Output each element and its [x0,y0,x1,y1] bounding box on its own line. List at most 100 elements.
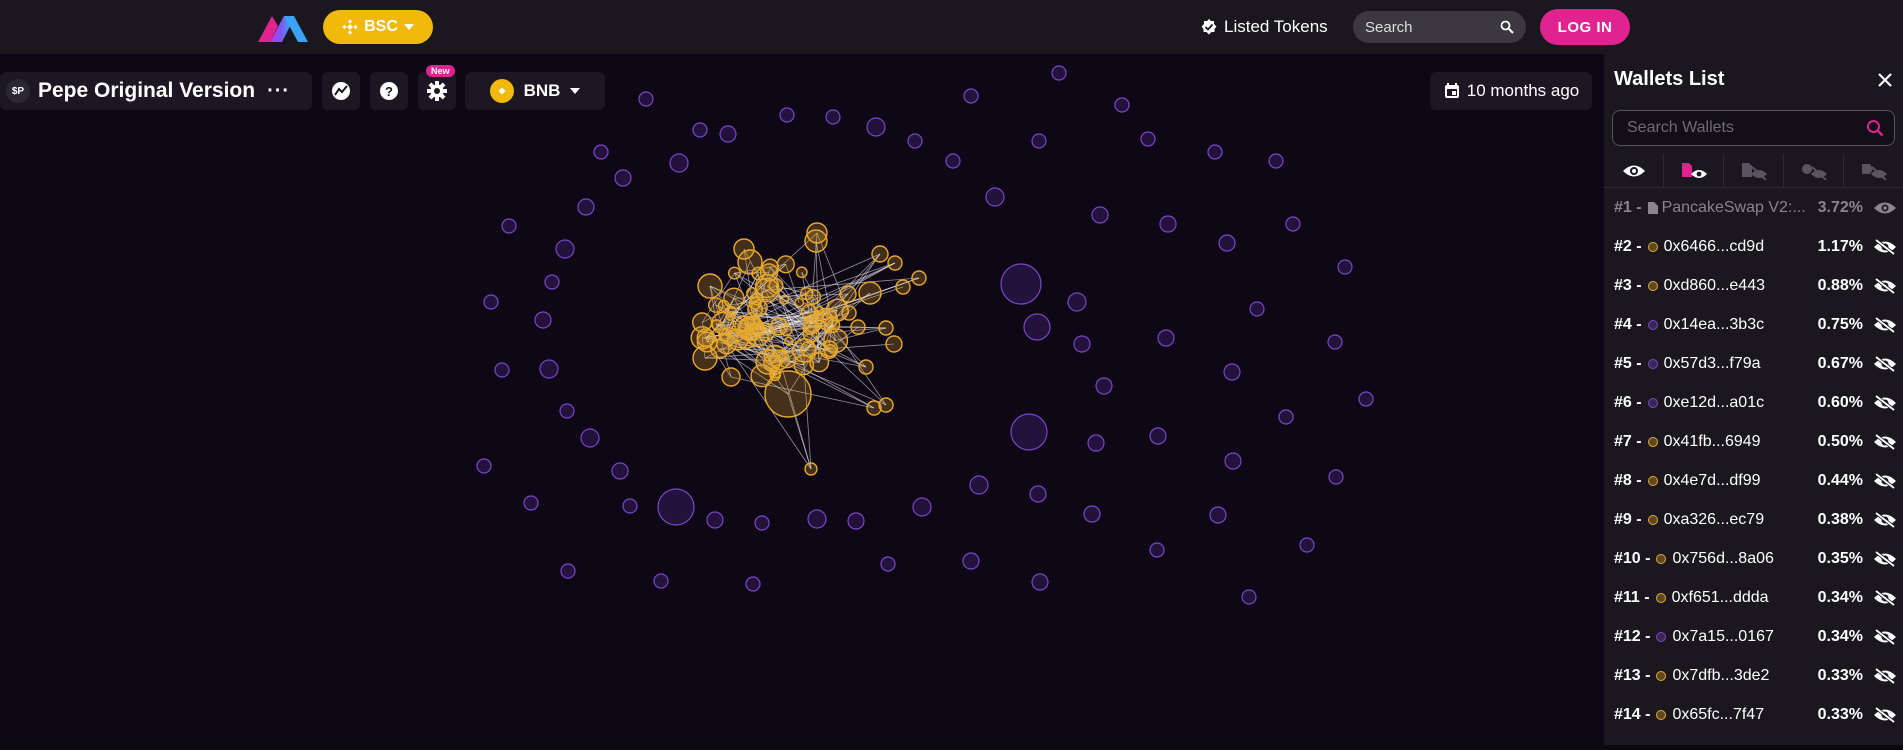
wallet-bubble[interactable] [524,496,538,510]
wallet-bubble[interactable] [658,489,694,525]
eye-off-icon[interactable] [1873,551,1897,567]
wallet-row[interactable]: #7 -0x41fb...69490.50% [1604,422,1903,461]
bubble-map-graph[interactable] [0,54,1604,745]
wallet-bubble[interactable] [963,553,979,569]
wallet-row[interactable]: #11 -0xf651...ddda0.34% [1604,578,1903,617]
filter-hide-exchanges[interactable] [1784,154,1844,187]
bubble-map-canvas[interactable] [0,54,1604,745]
wallet-bubble[interactable] [986,188,1004,206]
date-selector[interactable]: 10 months ago [1430,72,1592,110]
wallet-bubble[interactable] [970,476,988,494]
wallet-bubble[interactable] [535,312,551,328]
wallet-bubble[interactable] [824,345,836,357]
wallet-bubble[interactable] [639,92,653,106]
wallet-bubble[interactable] [698,274,722,298]
filter-hide-contracts[interactable] [1724,154,1784,187]
wallet-bubble[interactable] [1088,435,1104,451]
wallet-row[interactable]: #6 -0xe12d...a01c0.60% [1604,383,1903,422]
eye-off-icon[interactable] [1873,590,1897,606]
wallet-bubble[interactable] [826,110,840,124]
wallet-bubble[interactable] [561,564,575,578]
wallet-bubble[interactable] [581,429,599,447]
wallet-bubble[interactable] [615,170,631,186]
wallet-search-input[interactable]: Search Wallets [1612,110,1895,146]
eye-off-icon[interactable] [1873,356,1897,372]
eye-off-icon[interactable] [1873,317,1897,333]
eye-off-icon[interactable] [1873,512,1897,528]
wallet-bubble[interactable] [477,459,491,473]
filter-contracts[interactable] [1664,154,1724,187]
network-selector[interactable]: BNB [465,72,605,110]
wallet-bubble[interactable] [495,363,509,377]
eye-off-icon[interactable] [1873,473,1897,489]
wallet-bubble[interactable] [808,510,826,528]
wallet-bubble[interactable] [737,330,756,349]
wallet-bubble[interactable] [777,256,794,273]
wallet-bubble[interactable] [540,360,558,378]
wallet-bubble[interactable] [815,307,824,316]
wallet-bubble[interactable] [1242,590,1256,604]
search-input[interactable]: Search [1353,11,1526,43]
wallet-bubble[interactable] [1160,216,1176,232]
wallet-bubble[interactable] [851,320,865,334]
wallet-bubble[interactable] [795,298,803,306]
wallet-bubble[interactable] [872,246,888,262]
eye-off-icon[interactable] [1873,434,1897,450]
wallet-row[interactable]: #5 -0x57d3...f79a0.67% [1604,344,1903,383]
wallet-row[interactable]: #9 -0xa326...ec790.38% [1604,500,1903,539]
wallet-bubble[interactable] [859,282,881,304]
wallet-bubble[interactable] [859,360,873,374]
wallet-row[interactable]: #10 -0x756d...8a060.35% [1604,539,1903,578]
help-button[interactable]: ? [370,72,408,110]
wallet-bubble[interactable] [886,336,902,352]
wallet-bubble[interactable] [1158,330,1174,346]
wallet-bubble[interactable] [881,557,895,571]
wallet-bubble[interactable] [1068,293,1086,311]
wallet-bubble[interactable] [1224,364,1240,380]
wallet-bubble[interactable] [762,259,778,275]
wallet-bubble[interactable] [1024,314,1050,340]
wallet-bubble[interactable] [810,353,829,372]
wallet-bubble[interactable] [746,577,760,591]
wallet-bubble[interactable] [755,516,769,530]
chain-selector-button[interactable]: BSC [323,10,433,44]
filter-show-all[interactable] [1604,154,1664,187]
settings-button[interactable] [418,72,456,110]
wallet-bubble[interactable] [1030,486,1046,502]
wallet-bubble[interactable] [879,398,893,412]
wallet-bubble[interactable] [1001,264,1041,304]
wallet-row[interactable]: #1 -PancakeSwap V2:...3.72% [1604,188,1903,227]
wallet-bubble[interactable] [1219,235,1235,251]
wallet-bubble[interactable] [848,513,864,529]
wallet-bubble[interactable] [670,154,688,172]
wallet-bubble[interactable] [594,145,608,159]
eye-off-icon[interactable] [1873,395,1897,411]
wallet-bubble[interactable] [1250,302,1264,316]
wallet-bubble[interactable] [1329,470,1343,484]
wallet-bubble[interactable] [908,134,922,148]
eye-off-icon[interactable] [1873,239,1897,255]
wallet-bubble[interactable] [707,512,723,528]
wallet-bubble[interactable] [1208,145,1222,159]
eye-off-icon[interactable] [1873,707,1897,723]
wallet-bubble[interactable] [797,267,807,277]
wallet-bubble[interactable] [805,463,817,475]
wallet-bubble[interactable] [720,126,736,142]
eye-icon[interactable] [1873,200,1897,216]
wallet-bubble[interactable] [693,346,717,370]
wallet-bubble[interactable] [1084,506,1100,522]
wallet-bubble[interactable] [803,326,818,341]
wallet-bubble[interactable] [946,154,960,168]
wallet-bubble[interactable] [502,219,516,233]
wallet-bubble[interactable] [726,312,734,320]
wallet-bubble[interactable] [964,89,978,103]
wallet-bubble[interactable] [1286,217,1300,231]
wallet-bubble[interactable] [729,267,741,279]
wallet-bubble[interactable] [780,295,789,304]
wallet-bubble[interactable] [823,314,833,324]
wallet-bubble[interactable] [765,371,811,417]
wallet-bubble[interactable] [1150,428,1166,444]
wallet-bubble[interactable] [1011,414,1047,450]
wallet-bubble[interactable] [1359,392,1373,406]
wallet-row[interactable]: #4 -0x14ea...3b3c0.75% [1604,305,1903,344]
